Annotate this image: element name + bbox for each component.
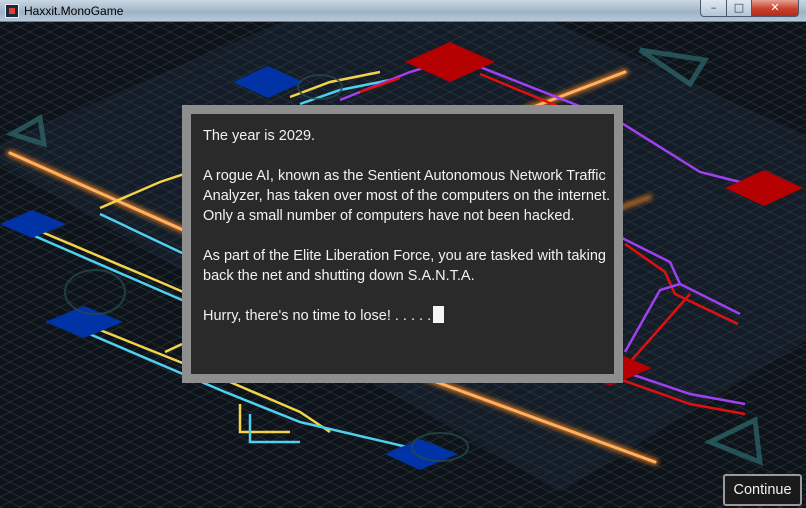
app-icon — [5, 4, 19, 18]
story-dialog: The year is 2029. A rogue AI, known as t… — [182, 105, 623, 383]
maximize-button[interactable]: □ — [726, 0, 752, 17]
continue-button[interactable]: Continue — [723, 474, 802, 506]
dialog-line: A rogue AI, known as the Sentient Autono… — [203, 168, 611, 224]
window-titlebar: Haxxit.MonoGame – □ ✕ — [0, 0, 806, 22]
game-viewport: The year is 2029. A rogue AI, known as t… — [0, 22, 806, 508]
close-button[interactable]: ✕ — [751, 0, 799, 17]
dialog-text: The year is 2029. A rogue AI, known as t… — [203, 126, 613, 326]
minimize-button[interactable]: – — [700, 0, 727, 17]
dialog-line: Hurry, there's no time to lose! . . . . … — [203, 308, 432, 324]
dialog-line: The year is 2029. — [203, 128, 316, 144]
window-title: Haxxit.MonoGame — [24, 4, 124, 18]
dialog-line: As part of the Elite Liberation Force, y… — [203, 248, 606, 284]
text-cursor — [433, 306, 445, 323]
